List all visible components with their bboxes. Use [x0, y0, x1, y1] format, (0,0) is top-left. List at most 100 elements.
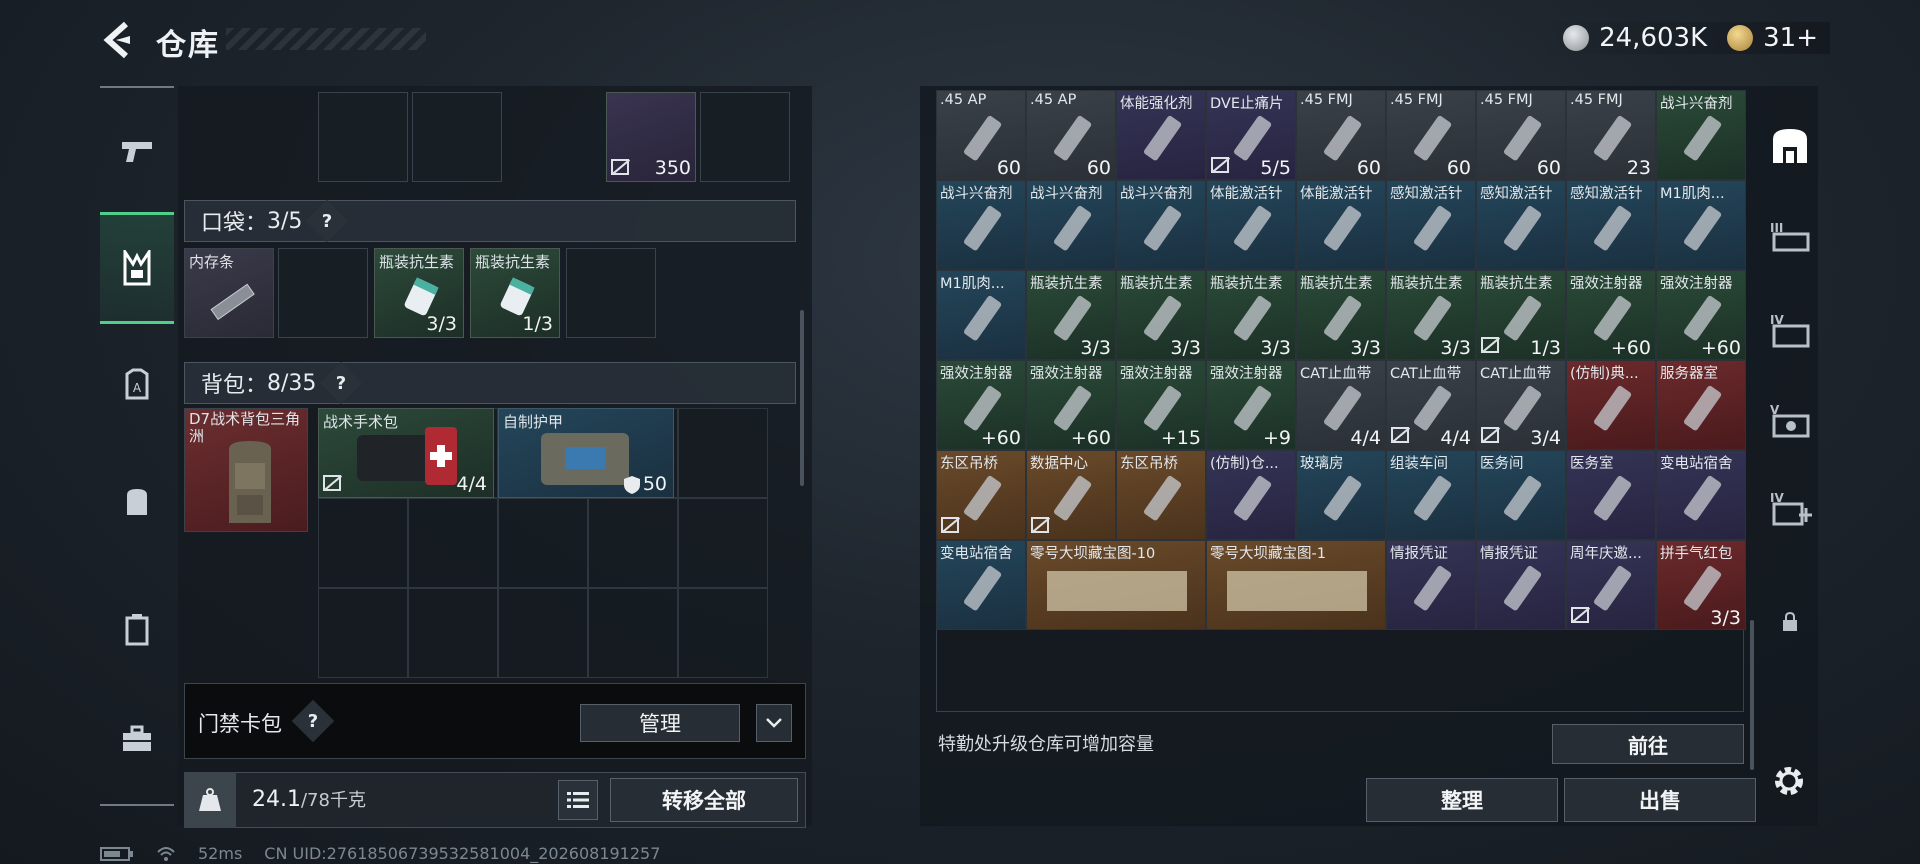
stash-item[interactable]: 组装车间	[1386, 450, 1476, 540]
settings-button[interactable]	[1768, 760, 1810, 802]
grid-cell[interactable]	[498, 498, 588, 588]
stash-item[interactable]: 战斗兴奋剂	[1026, 180, 1116, 270]
stash-page-4-plus[interactable]: IV	[1762, 476, 1818, 540]
stash-item[interactable]: 感知激活针	[1566, 180, 1656, 270]
grid-cell[interactable]	[408, 498, 498, 588]
stash-page-4[interactable]: IV	[1762, 298, 1818, 362]
list-view-button[interactable]	[558, 780, 598, 820]
stash-page-5[interactable]: V	[1762, 388, 1818, 452]
stash-item[interactable]: (仿制)典...	[1566, 360, 1656, 450]
stash-item[interactable]: .45 AP 60	[1026, 90, 1116, 180]
stash-item[interactable]: .45 FMJ 60	[1476, 90, 1566, 180]
stash-item[interactable]: 瓶装抗生素 3/3	[1386, 270, 1476, 360]
stash-item[interactable]: .45 AP 60	[936, 90, 1026, 180]
stash-item[interactable]: 医务间	[1476, 450, 1566, 540]
stash-item[interactable]: 体能激活针	[1296, 180, 1386, 270]
stash-item[interactable]: .45 FMJ 60	[1386, 90, 1476, 180]
pocket-slot[interactable]	[278, 248, 368, 338]
transfer-all-button[interactable]: 转移全部	[610, 778, 798, 822]
keycard-help[interactable]: ?	[291, 699, 335, 743]
stash-item[interactable]: 瓶装抗生素 1/3	[1476, 270, 1566, 360]
grid-cell[interactable]	[318, 498, 408, 588]
case-tab[interactable]	[100, 592, 174, 666]
stash-item[interactable]: 瓶装抗生素 3/3	[1026, 270, 1116, 360]
stash-item[interactable]: 玻璃房	[1296, 450, 1386, 540]
stash-item[interactable]: 服务器室	[1656, 360, 1746, 450]
manage-button[interactable]: 管理	[580, 704, 740, 742]
stash-item[interactable]: 瓶装抗生素 3/3	[1296, 270, 1386, 360]
stash-item[interactable]: 感知激活针	[1476, 180, 1566, 270]
backpack-item-surgical-kit[interactable]: 战术手术包 4/4	[318, 408, 494, 498]
stash-item[interactable]: 感知激活针	[1386, 180, 1476, 270]
stash-item[interactable]: 体能强化剂	[1116, 90, 1206, 180]
stash-item[interactable]: (仿制)仓...	[1206, 450, 1296, 540]
toolbox-tab[interactable]	[100, 702, 174, 776]
stash-item[interactable]: CAT止血带 4/4	[1296, 360, 1386, 450]
stash-item[interactable]: 瓶装抗生素 3/3	[1206, 270, 1296, 360]
stash-item[interactable]: 强效注射器 +60	[936, 360, 1026, 450]
vest-tab[interactable]	[100, 212, 174, 324]
stash-item[interactable]: 强效注射器 +60	[1656, 270, 1746, 360]
stash-item[interactable]: 情报凭证	[1386, 540, 1476, 630]
backpack-tab[interactable]	[100, 464, 174, 538]
backpack-item-armor[interactable]: 自制护甲 50	[498, 408, 674, 498]
stash-item[interactable]: 强效注射器 +60	[1566, 270, 1656, 360]
grid-cell[interactable]	[588, 498, 678, 588]
grid-cell[interactable]	[498, 588, 588, 678]
ammo-slot[interactable]: 350	[606, 92, 696, 182]
rig-slot[interactable]	[700, 92, 790, 182]
stash-item[interactable]: 战斗兴奋剂	[1656, 90, 1746, 180]
grid-cell[interactable]	[678, 588, 768, 678]
sort-button[interactable]: 整理	[1366, 778, 1558, 822]
help-icon[interactable]: ?	[306, 199, 349, 243]
stash-item[interactable]: 变电站宿舍	[936, 540, 1026, 630]
stash-item[interactable]: 医务室	[1566, 450, 1656, 540]
stash-item[interactable]: .45 FMJ 23	[1566, 90, 1656, 180]
rig-slot[interactable]	[318, 92, 408, 182]
grid-cell[interactable]	[408, 588, 498, 678]
scrollbar[interactable]	[800, 310, 804, 486]
stash-item[interactable]: .45 FMJ 60	[1296, 90, 1386, 180]
stash-item[interactable]: 战斗兴奋剂	[936, 180, 1026, 270]
stash-item[interactable]: 零号大坝藏宝图-1	[1206, 540, 1386, 630]
equipped-backpack[interactable]: D7战术背包三角洲	[184, 408, 308, 532]
stash-item[interactable]: 拼手气红包 3/3	[1656, 540, 1746, 630]
stash-item[interactable]: 体能激活针	[1206, 180, 1296, 270]
stash-item[interactable]: 周年庆邀...	[1566, 540, 1656, 630]
stash-page-locked[interactable]	[1762, 590, 1818, 654]
pocket-slot[interactable]: 瓶装抗生素 1/3	[470, 248, 560, 338]
stash-item[interactable]: 强效注射器 +60	[1026, 360, 1116, 450]
stash-item[interactable]: 情报凭证	[1476, 540, 1566, 630]
stash-item[interactable]: 瓶装抗生素 3/3	[1116, 270, 1206, 360]
stash-item[interactable]: 零号大坝藏宝图-10	[1026, 540, 1206, 630]
grid-cell[interactable]	[678, 408, 768, 498]
pocket-slot[interactable]: 内存条	[184, 248, 274, 338]
stash-item[interactable]: 强效注射器 +15	[1116, 360, 1206, 450]
stash-item[interactable]: M1肌肉...	[1656, 180, 1746, 270]
stash-item[interactable]: 东区吊桥	[936, 450, 1026, 540]
sell-button[interactable]: 出售	[1564, 778, 1756, 822]
stash-item[interactable]: DVE止痛片 5/5	[1206, 90, 1296, 180]
pocket-slot[interactable]	[566, 248, 656, 338]
stash-item[interactable]: 强效注射器 +9	[1206, 360, 1296, 450]
stash-page-3[interactable]: III	[1762, 204, 1818, 268]
help-icon[interactable]: ?	[291, 699, 335, 743]
rig-slot[interactable]	[412, 92, 502, 182]
scrollbar[interactable]	[1750, 620, 1754, 770]
stash-page-1[interactable]	[1762, 114, 1818, 178]
stash-item[interactable]: 数据中心	[1026, 450, 1116, 540]
stash-item[interactable]: 战斗兴奋剂	[1116, 180, 1206, 270]
armor-tab[interactable]: A	[100, 348, 174, 422]
grid-cell[interactable]	[318, 588, 408, 678]
stash-item[interactable]: M1肌肉...	[936, 270, 1026, 360]
weapon-tab[interactable]	[100, 114, 174, 188]
stash-item[interactable]: CAT止血带 4/4	[1386, 360, 1476, 450]
goto-button[interactable]: 前往	[1552, 724, 1744, 764]
back-button[interactable]	[100, 20, 136, 60]
help-icon[interactable]: ?	[320, 361, 363, 405]
expand-button[interactable]	[756, 704, 792, 742]
grid-cell[interactable]	[588, 588, 678, 678]
pocket-slot[interactable]: 瓶装抗生素 3/3	[374, 248, 464, 338]
stash-item[interactable]: 东区吊桥	[1116, 450, 1206, 540]
stash-item[interactable]: 变电站宿舍	[1656, 450, 1746, 540]
